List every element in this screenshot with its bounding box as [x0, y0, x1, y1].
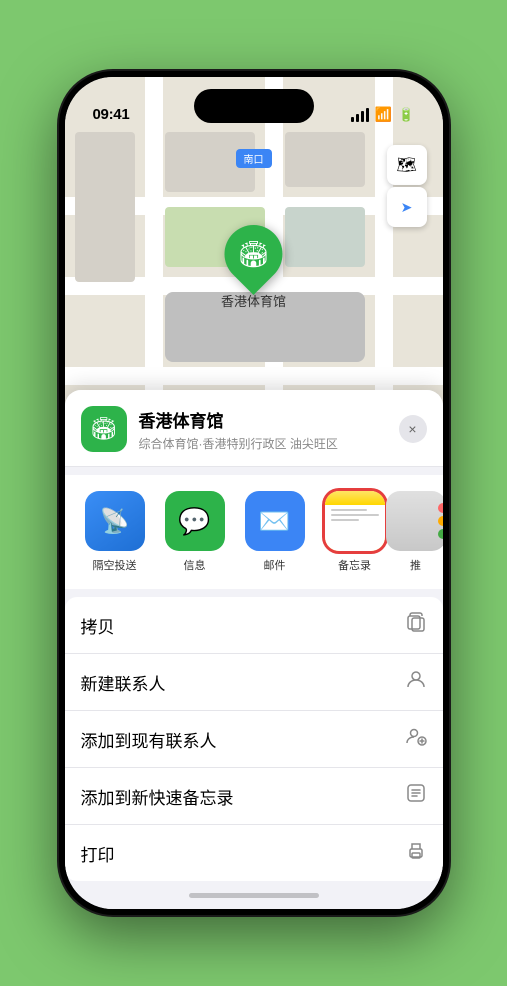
dot-orange — [438, 516, 443, 526]
dot-red — [438, 503, 443, 513]
notes-icon-wrap — [325, 491, 385, 551]
status-time: 09:41 — [93, 106, 130, 123]
share-item-airdrop[interactable]: 📡 隔空投送 — [81, 491, 149, 573]
share-item-messages[interactable]: 💬 信息 — [161, 491, 229, 573]
notes-lines-area — [325, 505, 385, 551]
location-label: 南口 — [236, 149, 272, 168]
new-contact-icon — [405, 668, 427, 696]
airdrop-icon-wrap: 📡 — [85, 491, 145, 551]
map-type-button[interactable]: 🗺 — [387, 145, 427, 185]
action-item-add-to-contact[interactable]: 添加到现有联系人 — [65, 711, 443, 768]
dot-green — [438, 529, 443, 539]
map-controls: 🗺 ➤ — [387, 145, 427, 227]
airdrop-icon: 📡 — [100, 507, 130, 536]
more-icon-wrap — [386, 491, 443, 551]
more-color-dots — [438, 503, 443, 539]
messages-label: 信息 — [184, 557, 206, 573]
location-icon: ➤ — [401, 199, 413, 216]
close-icon: × — [408, 421, 416, 437]
signal-bars — [351, 108, 369, 122]
add-to-contact-icon — [405, 725, 427, 753]
share-item-notes[interactable]: 备忘录 — [321, 491, 389, 573]
action-label-new-contact: 新建联系人 — [81, 670, 166, 695]
venue-subtitle: 综合体育馆·香港特别行政区 油尖旺区 — [139, 435, 387, 452]
mail-icon-wrap: ✉️ — [245, 491, 305, 551]
action-label-copy: 拷贝 — [81, 613, 115, 638]
signal-bar-1 — [351, 117, 354, 122]
notes-line-2 — [331, 514, 379, 516]
share-item-mail[interactable]: ✉️ 邮件 — [241, 491, 309, 573]
mail-label: 邮件 — [264, 557, 286, 573]
map-pin-container: 🏟 香港体育馆 — [221, 225, 286, 310]
more-label: 推 — [410, 557, 421, 573]
action-label-quick-note: 添加到新快速备忘录 — [81, 784, 234, 809]
home-indicator-area — [65, 881, 443, 909]
messages-icon: 💬 — [178, 506, 210, 537]
airdrop-label: 隔空投送 — [93, 557, 137, 573]
battery-icon: 🔋 — [398, 107, 414, 123]
notes-line-1 — [331, 509, 367, 511]
notes-top-bar — [325, 491, 385, 505]
action-item-print[interactable]: 打印 — [65, 825, 443, 881]
share-item-more[interactable]: 推 — [401, 491, 431, 573]
map-type-icon: 🗺 — [396, 155, 416, 175]
phone-screen: 09:41 📶 🔋 — [65, 77, 443, 909]
signal-bar-3 — [361, 111, 364, 122]
location-button[interactable]: ➤ — [387, 187, 427, 227]
venue-icon-emoji: 🏟 — [90, 416, 118, 442]
dynamic-island — [194, 89, 314, 123]
action-item-quick-note[interactable]: 添加到新快速备忘录 — [65, 768, 443, 825]
quick-note-icon — [405, 782, 427, 810]
map-pin-icon: 🏟 — [237, 239, 270, 270]
status-icons: 📶 🔋 — [351, 106, 415, 123]
map-block-left — [75, 132, 135, 282]
map-block-3 — [285, 207, 365, 267]
close-button[interactable]: × — [399, 415, 427, 443]
notes-line-3 — [331, 519, 360, 521]
bottom-sheet: 🏟 香港体育馆 综合体育馆·香港特别行政区 油尖旺区 × 📡 隔空投送 — [65, 390, 443, 909]
action-label-add-to-contact: 添加到现有联系人 — [81, 727, 217, 752]
venue-icon: 🏟 — [81, 406, 127, 452]
notes-label: 备忘录 — [338, 557, 371, 573]
mail-icon: ✉️ — [258, 506, 290, 537]
copy-icon — [405, 611, 427, 639]
venue-info: 香港体育馆 综合体育馆·香港特别行政区 油尖旺区 — [139, 407, 387, 452]
home-indicator — [189, 893, 319, 898]
share-row: 📡 隔空投送 💬 信息 ✉️ 邮件 — [65, 475, 443, 589]
action-item-copy[interactable]: 拷贝 — [65, 597, 443, 654]
action-item-new-contact[interactable]: 新建联系人 — [65, 654, 443, 711]
action-label-print: 打印 — [81, 841, 115, 866]
map-pin[interactable]: 🏟 — [212, 213, 294, 295]
print-icon — [405, 839, 427, 867]
signal-bar-4 — [366, 108, 369, 122]
phone-frame: 09:41 📶 🔋 — [59, 71, 449, 915]
messages-icon-wrap: 💬 — [165, 491, 225, 551]
signal-bar-2 — [356, 114, 359, 122]
wifi-icon: 📶 — [375, 106, 392, 123]
venue-header: 🏟 香港体育馆 综合体育馆·香港特别行政区 油尖旺区 × — [65, 390, 443, 467]
action-list: 拷贝 新建联系人 — [65, 597, 443, 881]
map-block-2 — [285, 132, 365, 187]
location-label-text: 南口 — [244, 155, 264, 166]
venue-name: 香港体育馆 — [139, 407, 387, 432]
